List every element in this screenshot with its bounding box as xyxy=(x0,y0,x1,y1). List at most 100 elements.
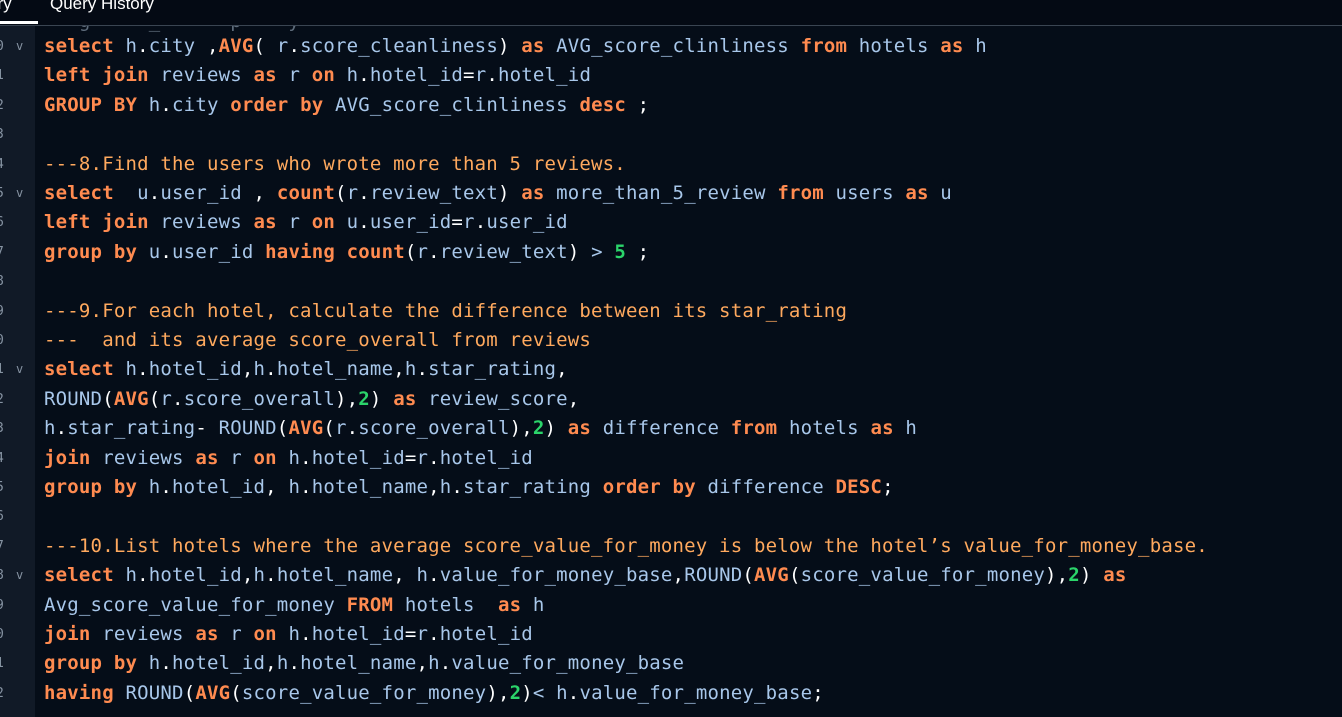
code-token: r xyxy=(265,35,289,57)
code-token: h xyxy=(288,623,301,645)
code-token: having xyxy=(44,681,126,704)
code-line: ---10.List hotels where the average scor… xyxy=(44,532,1208,561)
code-token: ROUND xyxy=(684,564,743,587)
sql-editor[interactable]: -- g _ p y select h.city ,AVG( r.score_c… xyxy=(35,26,1342,717)
code-token: 5 xyxy=(614,240,627,263)
code-line: group by h.hotel_id,h.hotel_name,h.value… xyxy=(44,649,684,678)
line-number: 5 xyxy=(0,179,6,208)
code-token: more_than_5_review xyxy=(556,182,778,204)
code-line: join reviews as r on h.hotel_id=r.hotel_… xyxy=(44,620,533,649)
code-token: group by xyxy=(44,652,149,675)
code-token: . xyxy=(160,652,173,675)
tab-query-history[interactable]: Query History xyxy=(50,0,154,14)
code-token: group by xyxy=(44,240,149,263)
code-token: score_value_for_money xyxy=(800,564,1046,587)
code-token: hotel_id xyxy=(497,64,592,87)
line-number: 9 xyxy=(0,591,6,620)
code-token: , xyxy=(241,564,254,587)
code-token: ---8.Find the users who wrote more than … xyxy=(44,152,626,175)
code-token: h xyxy=(148,476,161,498)
code-token: . xyxy=(428,240,440,263)
line-number: 7 xyxy=(0,238,6,267)
code-token: ( xyxy=(742,564,755,587)
line-number: 5 xyxy=(0,473,6,502)
code-token: . xyxy=(567,681,580,704)
code-line: left join reviews as r on h.hotel_id=r.h… xyxy=(44,61,591,90)
line-number: 1 xyxy=(0,649,6,678)
code-token: . xyxy=(428,564,440,587)
code-token: ), xyxy=(1045,564,1069,587)
code-token: select xyxy=(44,564,126,587)
code-token: = xyxy=(404,446,417,469)
code-token: from xyxy=(777,182,836,204)
tab-bar: ery Query History xyxy=(0,0,1342,26)
code-token: left join xyxy=(44,64,161,87)
code-token: score_cleanliness xyxy=(300,35,498,57)
fold-chevron-icon[interactable]: v xyxy=(16,355,23,384)
code-token: h xyxy=(346,64,359,87)
code-token: r xyxy=(416,240,429,263)
code-token: as xyxy=(556,417,603,440)
code-token: on xyxy=(253,623,289,645)
code-token: hotel_name xyxy=(311,476,429,498)
code-token: h xyxy=(439,476,452,498)
code-token: , xyxy=(206,35,219,57)
code-token: . xyxy=(300,623,312,645)
code-token: hotel_name xyxy=(300,652,417,675)
fold-chevron-icon[interactable]: v xyxy=(16,179,23,208)
line-number: 8 xyxy=(0,267,6,296)
code-token: difference xyxy=(602,417,731,440)
code-token: 2 xyxy=(358,387,370,410)
code-token: . xyxy=(300,476,312,498)
code-token: r xyxy=(416,446,429,469)
code-token: 2 xyxy=(1068,564,1080,587)
fold-chevron-icon[interactable]: v xyxy=(16,561,23,590)
code-line: ---8.Find the users who wrote more than … xyxy=(44,150,626,179)
code-line: group by h.hotel_id, h.hotel_name,h.star… xyxy=(44,473,894,502)
code-token: , xyxy=(265,652,277,675)
code-token: h xyxy=(288,476,301,498)
code-token: hotel_id xyxy=(369,64,464,87)
code-token: hotel_id xyxy=(148,564,242,587)
code-token: select xyxy=(44,182,138,204)
code-token: join xyxy=(44,446,103,469)
code-token: . xyxy=(486,64,498,87)
code-token: ( xyxy=(148,387,161,410)
code-token: star_rating xyxy=(428,358,557,381)
code-token: hotel_name xyxy=(276,564,394,587)
code-token: as xyxy=(195,623,231,645)
code-token: r xyxy=(335,417,347,440)
code-token: ( xyxy=(253,35,266,57)
code-token: r xyxy=(416,623,429,645)
code-token: reviews xyxy=(102,623,196,645)
code-token: hotels xyxy=(788,417,871,440)
code-token: hotel_name xyxy=(276,358,394,381)
code-token: ) xyxy=(521,681,533,704)
code-token: users xyxy=(835,182,906,204)
code-token: . xyxy=(358,182,370,204)
code-token: = xyxy=(451,211,464,234)
tab-query[interactable]: ery xyxy=(0,0,12,14)
code-token: . xyxy=(160,240,173,263)
code-token: . xyxy=(137,35,149,57)
code-token: u xyxy=(346,211,359,234)
code-token: value_for_money_base xyxy=(451,652,685,675)
code-token: u xyxy=(940,182,952,204)
code-token: , xyxy=(416,652,429,675)
code-token: hotel_id xyxy=(311,623,405,645)
code-token: . xyxy=(428,446,440,469)
code-token: r xyxy=(230,623,254,645)
code-token: h xyxy=(416,564,429,587)
fold-chevron-icon[interactable]: v xyxy=(16,32,23,61)
line-number: 0 xyxy=(0,620,6,649)
code-token: h xyxy=(905,417,917,440)
code-token: r xyxy=(160,387,173,410)
code-token: ( xyxy=(788,564,801,587)
code-token: AVG_score_clinliness xyxy=(556,35,801,57)
line-number: 7 xyxy=(0,532,6,561)
code-token: ( xyxy=(102,387,114,410)
code-token: value_for_money_base xyxy=(579,681,813,704)
code-token: score_value_for_money xyxy=(241,681,487,704)
code-token: ROUND xyxy=(218,417,277,440)
code-token: AVG_score_clinliness xyxy=(335,93,580,116)
